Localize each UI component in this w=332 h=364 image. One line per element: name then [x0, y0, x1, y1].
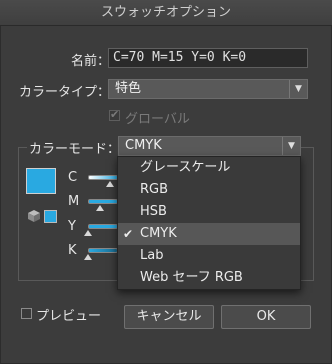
cancel-button[interactable]: キャンセル: [124, 305, 214, 329]
slider-label-m: M: [68, 194, 80, 209]
preview-label: プレビュー: [36, 309, 102, 324]
slider-knob-m[interactable]: [96, 205, 104, 211]
checkmark-icon: ✔: [123, 227, 134, 241]
menu-item-rgb[interactable]: RGB: [118, 179, 300, 201]
menu-item-hsb[interactable]: HSB: [118, 201, 300, 223]
menu-item-label: RGB: [140, 182, 169, 197]
slider-track-y[interactable]: [88, 224, 118, 229]
ok-button[interactable]: OK: [221, 305, 311, 329]
slider-label-y: Y: [68, 219, 76, 234]
name-field[interactable]: C=70 M=15 Y=0 K=0: [108, 48, 308, 68]
menu-item-grayscale[interactable]: グレースケール: [118, 157, 300, 179]
out-of-gamut-swatch[interactable]: [44, 210, 57, 223]
name-label: 名前：: [71, 54, 111, 69]
slider-knob-c[interactable]: [106, 181, 114, 187]
color-type-select[interactable]: 特色 ▼: [108, 79, 308, 99]
color-mode-select[interactable]: CMYK ▼: [118, 136, 301, 156]
chevron-down-icon: ▼: [289, 80, 307, 98]
menu-item-label: Web セーフ RGB: [140, 270, 243, 285]
slider-knob-y[interactable]: [84, 230, 92, 236]
preview-checkbox[interactable]: [21, 308, 32, 319]
chevron-down-icon: ▼: [282, 137, 300, 155]
slider-label-k: K: [68, 243, 77, 258]
window-title: スウォッチオプション: [0, 0, 332, 26]
color-swatch: [26, 168, 56, 194]
menu-item-lab[interactable]: Lab: [118, 245, 300, 267]
color-type-value: 特色: [115, 81, 142, 96]
slider-label-c: C: [68, 170, 78, 185]
global-checkbox[interactable]: ✔: [109, 108, 120, 121]
color-mode-label: カラーモード：: [27, 138, 123, 157]
checkmark-icon: ✔: [110, 108, 120, 121]
menu-item-cmyk[interactable]: ✔ CMYK: [118, 223, 300, 245]
menu-item-label: Lab: [140, 248, 164, 263]
slider-track-k[interactable]: [88, 248, 118, 253]
color-mode-value: CMYK: [125, 138, 162, 153]
color-mode-menu: グレースケール RGB HSB ✔ CMYK Lab Web セーフ RGB: [117, 156, 301, 290]
slider-track-c[interactable]: [88, 175, 118, 180]
global-label: グローバル: [125, 112, 190, 127]
cube-icon: [28, 210, 40, 222]
menu-item-web-safe-rgb[interactable]: Web セーフ RGB: [118, 267, 300, 289]
menu-item-label: HSB: [140, 204, 167, 219]
slider-knob-k[interactable]: [84, 254, 92, 260]
menu-item-label: CMYK: [140, 226, 177, 241]
slider-track-m[interactable]: [88, 199, 118, 204]
color-type-label: カラータイプ：: [19, 85, 111, 100]
menu-item-label: グレースケール: [140, 160, 231, 175]
